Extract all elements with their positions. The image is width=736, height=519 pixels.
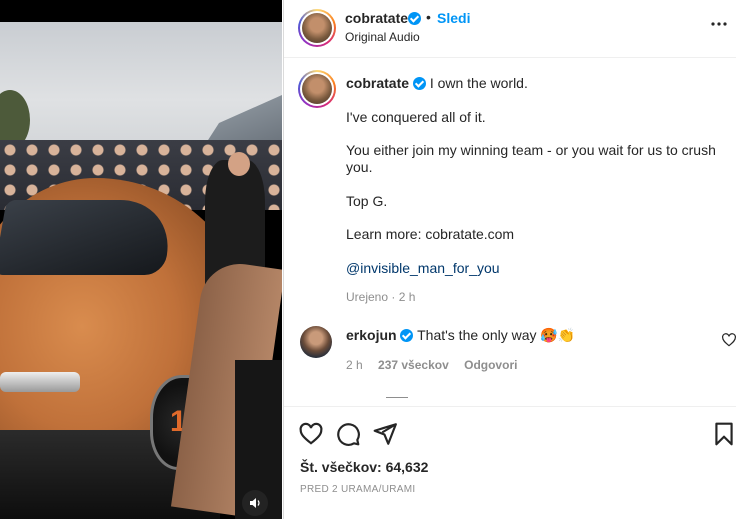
like-heart-icon[interactable] (298, 421, 324, 447)
more-options-icon[interactable] (707, 14, 731, 34)
view-replies-line[interactable] (386, 397, 408, 398)
caption-line-1: I own the world. (429, 75, 528, 91)
caption-avatar[interactable] (298, 70, 336, 108)
post-header: cobratate • Sledi Original Audio (284, 0, 736, 58)
caption-text: cobratate I own the world. I've conquere… (346, 75, 716, 293)
post-time-ago: PRED 2 URAMA/URAMI (300, 484, 416, 495)
verified-badge-icon (412, 77, 426, 90)
comment-meta: 2 h 237 všeckov Odgovori (346, 358, 529, 372)
mention-link[interactable]: @invisible_man_for_you (346, 260, 500, 276)
verified-badge-icon (400, 329, 414, 342)
sound-toggle-button[interactable] (242, 490, 268, 516)
author-avatar[interactable] (298, 9, 336, 47)
comment-like-heart-icon[interactable] (721, 332, 736, 348)
comment-emoji: 🥵👏 (540, 327, 576, 343)
post-video[interactable]: 16 (0, 0, 282, 519)
comment-time: 2 h (346, 358, 363, 372)
comment-icon[interactable] (335, 421, 361, 447)
comment-username[interactable]: erkojun (346, 327, 397, 343)
action-bar: Št. všečkov: 64,632 PRED 2 URAMA/URAMI (284, 406, 736, 519)
share-icon[interactable] (372, 421, 398, 447)
comment-body: That's the only way (417, 327, 537, 343)
caption-line-2: I've conquered all of it. (346, 108, 486, 125)
author-username[interactable]: cobratate (345, 10, 408, 26)
edited-label: Urejeno (346, 290, 389, 304)
verified-badge-icon (408, 12, 421, 25)
video-car-windshield (0, 200, 177, 275)
comment-item: erkojun That's the only way 🥵👏 2 h 237 v… (284, 322, 736, 382)
caption-line-4: Top G. (346, 192, 388, 209)
edited-time: 2 h (398, 290, 416, 304)
comment-reply-button[interactable]: Odgovori (464, 358, 517, 372)
edited-dot: · (391, 290, 396, 304)
post-panel: cobratate • Sledi Original Audio cobrata… (283, 0, 736, 519)
video-top-bar (0, 0, 282, 22)
audio-label[interactable]: Original Audio (345, 30, 420, 44)
video-car-headlights (0, 372, 80, 392)
follow-button[interactable]: Sledi (437, 10, 470, 26)
bookmark-icon[interactable] (711, 421, 736, 447)
likes-count[interactable]: Št. všečkov: 64,632 (300, 459, 428, 475)
separator-dot: • (426, 9, 431, 25)
caption-line-5: Learn more: cobratate.com (346, 226, 515, 242)
comment-text: erkojun That's the only way 🥵👏 (346, 327, 575, 344)
caption-username[interactable]: cobratate (346, 75, 409, 91)
comment-avatar[interactable] (300, 326, 332, 358)
comment-likes[interactable]: 237 všeckov (378, 358, 449, 372)
caption-line-3: You either join my winning team - or you… (346, 142, 716, 175)
sound-icon (249, 498, 260, 508)
video-person-head (228, 152, 250, 176)
caption-meta: Urejeno · 2 h (346, 290, 415, 304)
